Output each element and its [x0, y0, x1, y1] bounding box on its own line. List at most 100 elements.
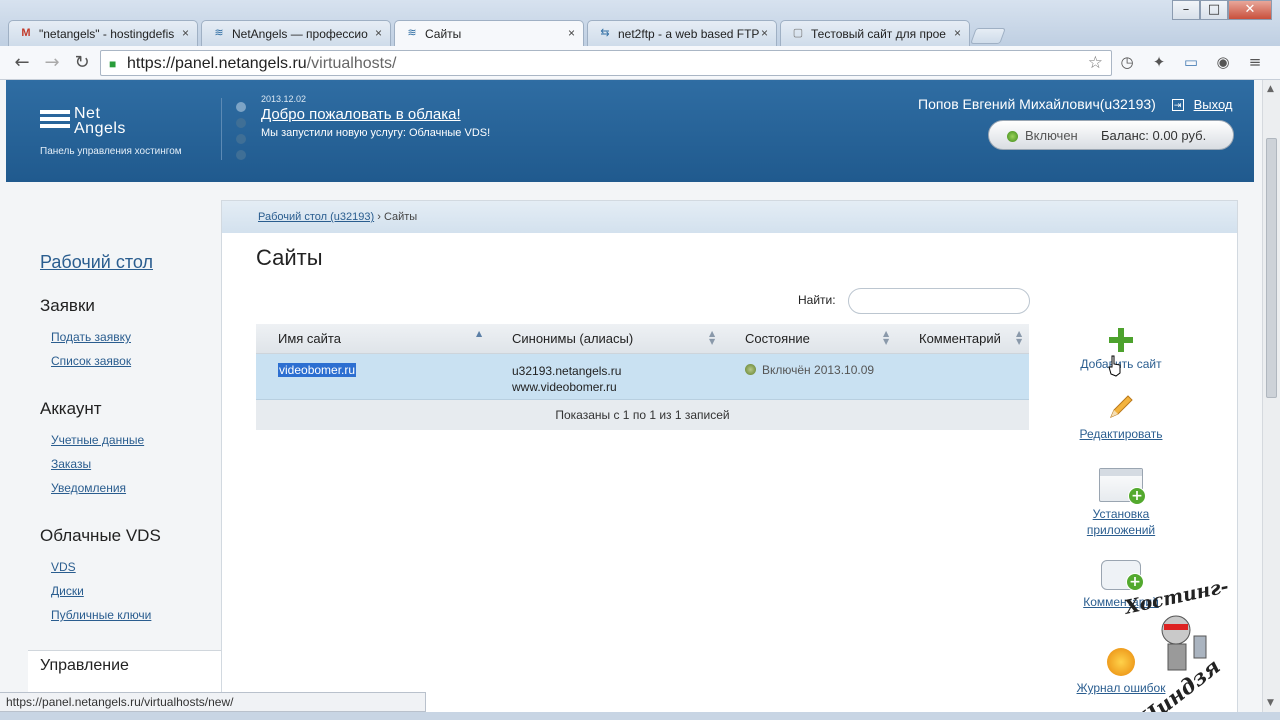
scroll-up-icon[interactable]: ▲: [1267, 84, 1274, 94]
tab-sites[interactable]: ≋ Сайты ×: [394, 20, 584, 46]
aliases-cell: u32193.netangels.ru www.videobomer.ru: [512, 364, 622, 394]
sort-icon[interactable]: ▲ ▼: [1016, 330, 1022, 346]
back-icon[interactable]: ←: [12, 53, 32, 73]
sort-asc-icon[interactable]: ▲: [476, 330, 482, 338]
search-input[interactable]: [848, 288, 1030, 314]
breadcrumb-link-dashboard[interactable]: Рабочий стол (u32193): [258, 211, 374, 223]
new-tab-button[interactable]: [970, 28, 1006, 44]
tab-close-icon[interactable]: ×: [954, 26, 961, 40]
logo-text: Net Angels: [74, 105, 126, 137]
sidebar: Рабочий стол Заявки Подать заявку Список…: [28, 200, 221, 712]
tab-net2ftp[interactable]: ⇆ net2ftp - a web based FTP ×: [587, 20, 777, 46]
pencil-icon: [1106, 392, 1136, 422]
sidebar-group-title: Управление: [40, 657, 129, 674]
reload-icon[interactable]: ↻: [72, 53, 92, 73]
exit-icon[interactable]: ⇥: [1171, 99, 1184, 112]
sort-icon[interactable]: ▲ ▼: [883, 330, 889, 346]
app-install-icon: +: [1099, 468, 1146, 505]
menu-icon[interactable]: ≡: [1246, 53, 1264, 71]
sidebar-group-account: Аккаунт Учетные данные Заказы Уведомлени…: [40, 399, 144, 505]
url-host: https://panel.netangels.ru: [127, 55, 307, 72]
sidebar-group-title: Заявки: [40, 296, 95, 315]
tab-strip: M "netangels" - hostingdefis × ≋ NetAnge…: [8, 20, 1006, 46]
scrollbar-thumb[interactable]: [1266, 138, 1277, 398]
gmail-icon: M: [21, 27, 31, 39]
column-header-aliases[interactable]: Синонимы (алиасы): [512, 331, 633, 346]
tab-close-icon[interactable]: ×: [182, 26, 189, 40]
window-controls: – □ ✕: [1172, 0, 1272, 20]
lock-icon: ■: [109, 57, 117, 71]
window-bottom-edge: [0, 712, 1280, 720]
site-name-cell[interactable]: videobomer.ru: [278, 363, 357, 377]
sidebar-link-dashboard[interactable]: Рабочий стол: [40, 252, 153, 273]
table-footer: Показаны с 1 по 1 из 1 записей: [256, 400, 1029, 430]
news-title-link[interactable]: Добро пожаловать в облака!: [261, 106, 490, 123]
search-label: Найти:: [798, 293, 836, 307]
sidebar-link-orders[interactable]: Заказы: [51, 457, 144, 471]
page-title: Сайты: [256, 245, 323, 270]
logo-tagline: Панель управления хостингом: [40, 146, 182, 157]
sidebar-group-cloud-vds: Облачные VDS VDS Диски Публичные ключи: [40, 526, 161, 632]
sites-table: Имя сайта ▲ Синонимы (алиасы) ▲ ▼ Состоян…: [256, 324, 1029, 430]
browser-tabbar: – □ ✕ M "netangels" - hostingdefis × ≋ N…: [0, 0, 1280, 46]
netangels-icon: ≋: [407, 27, 417, 39]
sort-icon[interactable]: ▲ ▼: [709, 330, 715, 346]
table-row[interactable]: videobomer.ru u32193.netangels.ru www.vid…: [256, 354, 1029, 400]
plus-icon: [1109, 328, 1133, 352]
sidebar-group-requests: Заявки Подать заявку Список заявок: [40, 296, 131, 378]
user-name: Попов Евгений Михайлович(u32193): [918, 96, 1156, 112]
logo-mark-icon: [40, 110, 70, 134]
netangels-icon: ≋: [214, 27, 224, 39]
tab-title: "netangels" - hostingdefis: [39, 27, 175, 41]
tab-test-site[interactable]: ▢ Тестовый сайт для прое ×: [780, 20, 970, 46]
history-icon[interactable]: ◷: [1118, 53, 1136, 71]
sidebar-link-vds[interactable]: VDS: [51, 560, 161, 574]
sidebar-group-title: Аккаунт: [40, 399, 102, 418]
minimize-button[interactable]: –: [1172, 0, 1200, 20]
tab-close-icon[interactable]: ×: [375, 26, 382, 40]
tab-netangels[interactable]: ≋ NetAngels — профессио ×: [201, 20, 391, 46]
logout-link[interactable]: Выход: [1194, 97, 1233, 112]
tab-gmail[interactable]: M "netangels" - hostingdefis ×: [8, 20, 198, 46]
scroll-down-icon[interactable]: ▼: [1267, 698, 1274, 708]
state-cell: Включён 2013.10.09: [745, 363, 874, 377]
sidebar-link-public-keys[interactable]: Публичные ключи: [51, 608, 161, 622]
sidebar-link-credentials[interactable]: Учетные данные: [51, 433, 144, 447]
mouse-cursor-icon: [1108, 355, 1122, 377]
status-dot-icon: [745, 364, 756, 375]
sidebar-link-request-list[interactable]: Список заявок: [51, 354, 131, 368]
bookmark-star-icon[interactable]: ☆: [1088, 53, 1103, 73]
close-window-button[interactable]: ✕: [1228, 0, 1272, 20]
tab-close-icon[interactable]: ×: [568, 26, 575, 40]
breadcrumb-separator: ›: [377, 211, 381, 223]
tab-title: Тестовый сайт для прое: [811, 27, 946, 41]
maximize-button[interactable]: □: [1200, 0, 1228, 20]
watermark-logo: Хостинг- Ниндзя: [1108, 575, 1238, 712]
vertical-scrollbar[interactable]: ▲ ▼: [1262, 80, 1280, 712]
extension-icon[interactable]: ✦: [1150, 53, 1168, 71]
sidebar-group-title: Облачные VDS: [40, 526, 161, 545]
table-header: Имя сайта ▲ Синонимы (алиасы) ▲ ▼ Состоян…: [256, 324, 1029, 354]
column-header-comment[interactable]: Комментарий: [919, 331, 1001, 346]
page-icon: ▢: [792, 27, 804, 39]
column-header-state[interactable]: Состояние: [745, 331, 810, 346]
header-divider: [221, 98, 222, 160]
sidebar-link-submit-request[interactable]: Подать заявку: [51, 330, 131, 344]
column-header-site-name[interactable]: Имя сайта: [278, 331, 341, 346]
folder-icon[interactable]: ▭: [1182, 53, 1200, 71]
news-date: 2013.12.02: [261, 94, 307, 104]
sidebar-link-notifications[interactable]: Уведомления: [51, 481, 144, 495]
install-apps-button[interactable]: + Установка приложений: [1066, 468, 1176, 538]
edit-button[interactable]: Редактировать: [1066, 392, 1176, 442]
news-pager[interactable]: [236, 102, 246, 166]
breadcrumb-current: Сайты: [383, 211, 418, 223]
forward-icon[interactable]: →: [42, 53, 62, 73]
breadcrumb: Рабочий стол (u32193) › Сайты: [222, 201, 1237, 233]
status-dot-icon: [1007, 131, 1018, 142]
site-header: Net Angels Панель управления хостингом 20…: [6, 80, 1254, 182]
sidebar-link-disks[interactable]: Диски: [51, 584, 161, 598]
sync-icon[interactable]: ◉: [1214, 53, 1232, 71]
address-bar[interactable]: ■ https://panel.netangels.ru/virtualhost…: [100, 50, 1112, 76]
tab-close-icon[interactable]: ×: [761, 26, 768, 40]
browser-toolbar: ← → ↻ ■ https://panel.netangels.ru/virtu…: [0, 46, 1280, 80]
